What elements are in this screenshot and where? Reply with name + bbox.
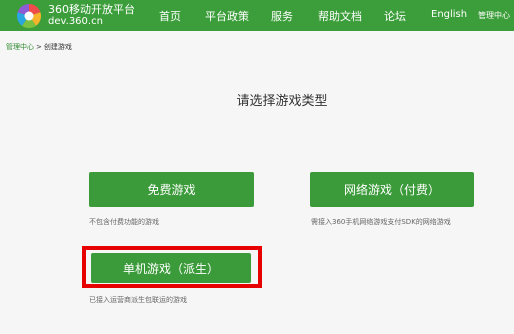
top-navigation-bar: 360移动开放平台 dev.360.cn 首页 平台政策 服务 帮助文档 论坛 … — [0, 0, 514, 31]
brand-domain[interactable]: dev.360.cn — [48, 16, 103, 27]
nav-english[interactable]: English — [431, 9, 467, 20]
free-game-button[interactable]: 免费游戏 — [89, 172, 254, 207]
page-title: 请选择游戏类型 — [236, 94, 328, 109]
nav-help-docs[interactable]: 帮助文档 — [318, 8, 362, 24]
nav-home[interactable]: 首页 — [159, 8, 181, 24]
brand-name[interactable]: 360移动开放平台 — [48, 1, 135, 17]
nav-platform-policy[interactable]: 平台政策 — [205, 8, 249, 24]
single-player-game-description: 已接入运营商派生包联运的游戏 — [89, 296, 187, 304]
breadcrumb: 管理中心 > 创建游戏 — [6, 42, 72, 52]
breadcrumb-separator: > — [36, 43, 42, 51]
online-game-description: 需接入360手机网络游戏支付SDK的网络游戏 — [311, 218, 451, 226]
breadcrumb-current: 创建游戏 — [43, 43, 72, 51]
nav-forum[interactable]: 论坛 — [384, 8, 406, 24]
online-game-paid-button[interactable]: 网络游戏（付费） — [310, 172, 474, 207]
breadcrumb-admin-center[interactable]: 管理中心 — [6, 43, 34, 51]
nav-admin-center[interactable]: 管理中心 — [478, 10, 510, 21]
free-game-description: 不包含付费功能的游戏 — [89, 218, 159, 226]
single-player-game-button[interactable]: 单机游戏（派生） — [91, 253, 251, 283]
360-logo-icon[interactable] — [16, 3, 42, 29]
nav-service[interactable]: 服务 — [271, 8, 293, 24]
